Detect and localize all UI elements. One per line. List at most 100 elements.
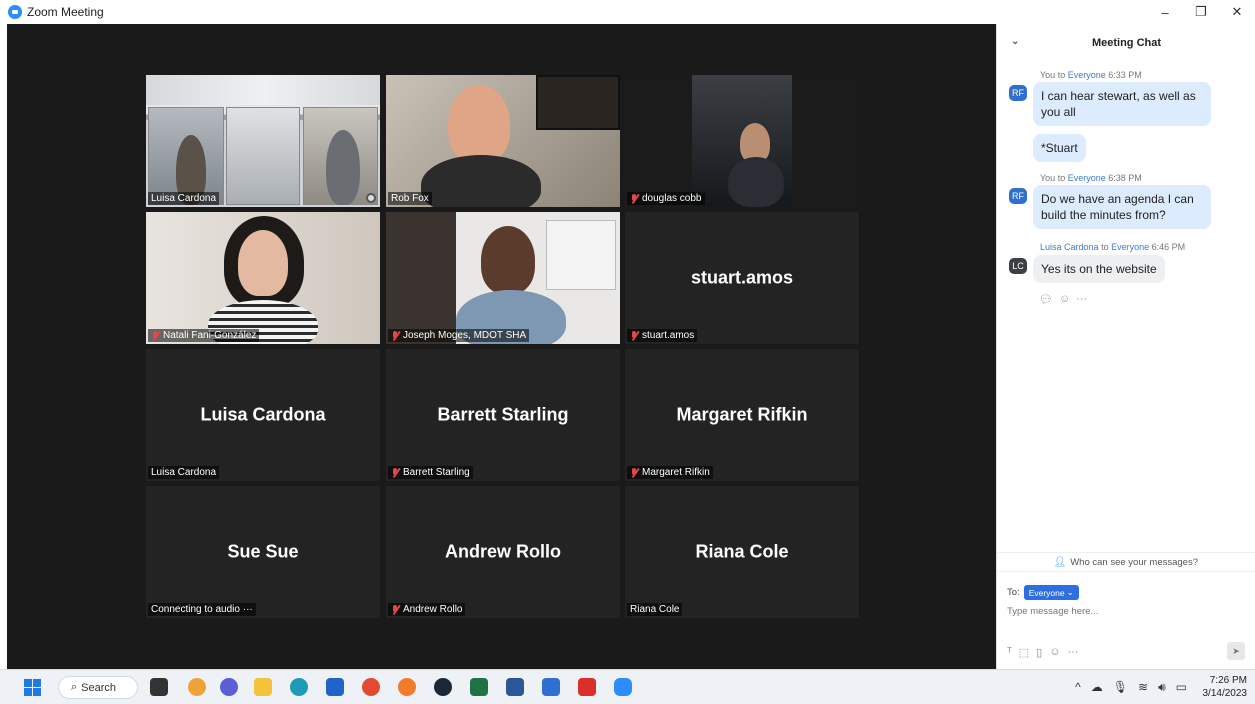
send-button[interactable]: ➤ xyxy=(1227,642,1245,660)
mic-icon[interactable]: 🎙︎ xyxy=(1113,680,1128,695)
video-tile-sue-sue[interactable]: Sue Sue Connecting to audio ··· xyxy=(146,486,380,618)
avatar[interactable]: LC xyxy=(1009,258,1027,274)
recipient-link[interactable]: Everyone xyxy=(1111,242,1149,252)
zoom-taskbar-icon[interactable] xyxy=(614,678,632,696)
mic-muted-icon xyxy=(391,330,400,341)
teams-icon[interactable] xyxy=(220,678,238,696)
restore-button[interactable]: ❐ xyxy=(1183,0,1219,24)
excel-icon[interactable] xyxy=(470,678,488,696)
who-can-see-messages[interactable]: 👤︎ Who can see your messages? xyxy=(997,552,1255,572)
video-tile-douglas-cobb[interactable]: douglas cobb xyxy=(625,75,859,207)
participant-label: Luisa Cardona xyxy=(148,192,220,205)
participant-label: Riana Cole xyxy=(627,603,683,616)
chat-message[interactable]: *Stuart xyxy=(1033,134,1086,162)
task-view-icon[interactable] xyxy=(150,678,168,696)
taskbar-search[interactable]: ⌕ Search xyxy=(58,676,138,699)
video-feed xyxy=(386,75,620,207)
chat-app-icon[interactable] xyxy=(188,678,206,696)
participant-label: Barrett Starling xyxy=(388,466,473,479)
message-actions: 💬︎ ☺ ··· xyxy=(1039,293,1087,306)
participant-label: Rob Fox xyxy=(388,192,432,205)
edge-browser-icon[interactable] xyxy=(290,678,308,696)
participant-label: Joseph Moges, MDOT SHA xyxy=(388,329,530,342)
participant-label: douglas cobb xyxy=(627,192,705,205)
minimize-button[interactable]: – xyxy=(1147,0,1183,24)
chat-message-input[interactable] xyxy=(1007,606,1237,617)
screenshot-icon[interactable]: ⬚ xyxy=(1019,646,1029,659)
video-tile-natali-fani-gonzalez[interactable]: Natali Fani-González xyxy=(146,212,380,344)
video-tile-luisa-cardona[interactable]: Luisa Cardona Luisa Cardona xyxy=(146,349,380,481)
video-tile-barrett-starling[interactable]: Barrett Starling Barrett Starling xyxy=(386,349,620,481)
word-icon[interactable] xyxy=(506,678,524,696)
message-meta: Luisa Cardona to Everyone 6:46 PM xyxy=(1040,242,1186,252)
mic-muted-icon xyxy=(391,467,400,478)
firefox-icon[interactable] xyxy=(398,678,416,696)
recipient-row: To: Everyone ⌄ xyxy=(1007,585,1079,600)
message-meta: You to Everyone 6:33 PM xyxy=(1040,70,1142,80)
format-icon[interactable]: ᵀ xyxy=(1007,646,1012,659)
participant-label: Luisa Cardona xyxy=(148,466,220,479)
chat-title: Meeting Chat xyxy=(1091,37,1162,49)
chrome-icon[interactable] xyxy=(362,678,380,696)
chat-toolbar: ᵀ ⬚ ▯ ☺ ··· xyxy=(1007,646,1078,659)
windows-start-icon[interactable] xyxy=(24,679,41,696)
video-feed xyxy=(386,212,620,344)
system-tray: ^ ☁ 🎙︎ ≋ 🔊︎ ▭ xyxy=(1075,680,1187,695)
video-tile-rob-fox[interactable]: Rob Fox xyxy=(386,75,620,207)
message-meta: You to Everyone 6:38 PM xyxy=(1040,173,1142,183)
steam-icon[interactable] xyxy=(434,678,452,696)
sender-link[interactable]: Luisa Cardona xyxy=(1040,242,1099,252)
mic-muted-icon xyxy=(391,604,400,615)
store-icon[interactable] xyxy=(326,678,344,696)
recipient-link[interactable]: Everyone xyxy=(1068,173,1106,183)
search-icon: ⌕ xyxy=(71,681,78,693)
file-explorer-icon[interactable] xyxy=(254,678,272,696)
chat-header: ⌄ Meeting Chat xyxy=(997,24,1255,62)
avatar[interactable]: RF xyxy=(1009,188,1027,204)
mic-muted-icon xyxy=(630,467,639,478)
file-icon[interactable]: ▯ xyxy=(1036,646,1042,659)
emoji-reaction-icon[interactable]: ☺ xyxy=(1059,293,1070,306)
video-feed xyxy=(625,75,859,207)
emoji-icon[interactable]: ☺ xyxy=(1049,646,1060,659)
more-icon[interactable]: ··· xyxy=(1067,646,1078,659)
chat-message[interactable]: I can hear stewart, as well as you all xyxy=(1033,82,1211,126)
acrobat-icon[interactable] xyxy=(578,678,596,696)
chevron-down-icon: ⌄ xyxy=(1066,587,1074,597)
chat-message[interactable]: Yes its on the website xyxy=(1033,255,1165,283)
reply-icon[interactable]: 💬︎ xyxy=(1039,293,1053,306)
participant-label: Natali Fani-González xyxy=(148,329,260,342)
participant-name: Riana Cole xyxy=(695,541,789,562)
more-icon[interactable]: ··· xyxy=(1076,293,1087,306)
cloud-icon[interactable]: ☁ xyxy=(1091,680,1103,695)
video-tile-joseph-moges[interactable]: Joseph Moges, MDOT SHA xyxy=(386,212,620,344)
wifi-icon[interactable]: ≋ xyxy=(1138,680,1148,695)
mic-muted-icon xyxy=(630,193,639,204)
video-tile-riana-cole[interactable]: Riana Cole Riana Cole xyxy=(625,486,859,618)
person-icon: 👤︎ xyxy=(1053,556,1067,568)
title-bar: Zoom Meeting – ❐ ✕ xyxy=(0,0,1255,24)
participant-name: Luisa Cardona xyxy=(200,404,326,425)
recipient-dropdown[interactable]: Everyone ⌄ xyxy=(1023,585,1079,600)
battery-icon[interactable]: ▭ xyxy=(1176,680,1187,695)
video-tile-luisa-cardona-room[interactable]: Luisa Cardona xyxy=(146,75,380,207)
close-button[interactable]: ✕ xyxy=(1219,0,1255,24)
windows-taskbar: ⌕ Search ^ ☁ 🎙︎ ≋ 🔊︎ ▭ 7:26 PM 3/14/2023 xyxy=(0,669,1255,704)
system-clock[interactable]: 7:26 PM 3/14/2023 xyxy=(1203,674,1248,700)
pin-icon[interactable] xyxy=(366,193,376,203)
chevron-up-icon[interactable]: ^ xyxy=(1075,680,1081,695)
participant-label: Margaret Rifkin xyxy=(627,466,713,479)
chevron-down-icon[interactable]: ⌄ xyxy=(1011,36,1019,47)
window-controls: – ❐ ✕ xyxy=(1147,0,1255,24)
participant-name: Andrew Rollo xyxy=(445,541,561,562)
participant-name: Sue Sue xyxy=(227,541,299,562)
recipient-link[interactable]: Everyone xyxy=(1068,70,1106,80)
avatar[interactable]: RF xyxy=(1009,85,1027,101)
volume-icon[interactable]: 🔊︎ xyxy=(1158,680,1166,695)
window-title: Zoom Meeting xyxy=(27,5,104,19)
video-tile-andrew-rollo[interactable]: Andrew Rollo Andrew Rollo xyxy=(386,486,620,618)
notepad-icon[interactable] xyxy=(542,678,560,696)
chat-message[interactable]: Do we have an agenda I can build the min… xyxy=(1033,185,1211,229)
video-tile-stuart-amos[interactable]: stuart.amos stuart.amos xyxy=(625,212,859,344)
video-tile-margaret-rifkin[interactable]: Margaret Rifkin Margaret Rifkin xyxy=(625,349,859,481)
